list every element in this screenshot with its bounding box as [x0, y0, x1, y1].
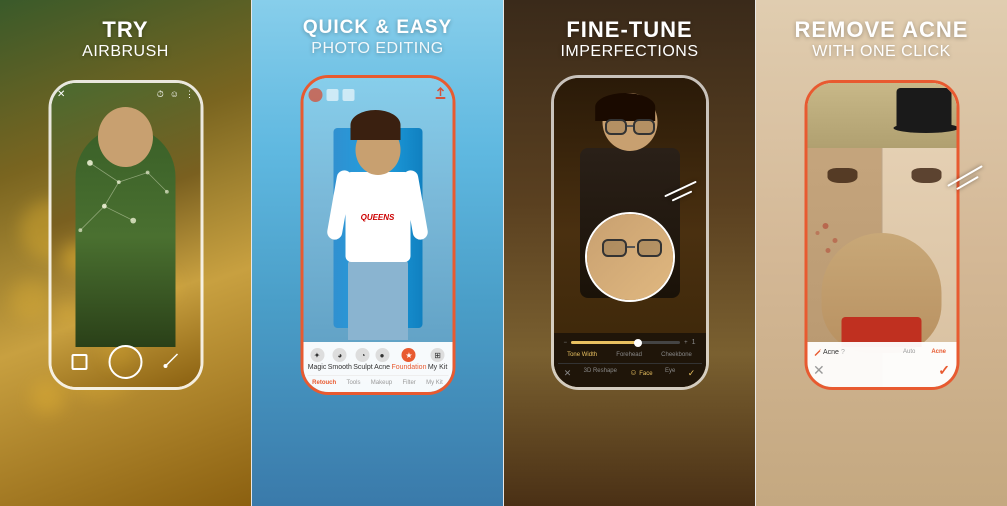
tab-magic[interactable]: ✦ Magic: [308, 348, 327, 371]
timer-icon[interactable]: ⏱: [157, 89, 164, 100]
panel-4-heading: REMOVE ACNE WITH ONE CLICK: [756, 0, 1007, 73]
phone-bg-3: − + 1 Tone Width Forehead Cheekbone: [554, 78, 706, 387]
zoom-circle: [585, 212, 675, 302]
tab-acne[interactable]: ● Acne: [374, 348, 390, 371]
panel-2-heading: QUICK & EASY PHOTO EDITING: [252, 0, 503, 70]
phone-inner-1: ✕ ⏱ ☺ ⋮: [51, 83, 200, 387]
effects-icon[interactable]: [164, 352, 180, 373]
panel-1-heading: TRY AIRBRUSH: [0, 0, 251, 73]
btn-cheekbone[interactable]: Cheekbone: [661, 352, 692, 358]
phone-3-nav: ✕ 3D Reshape ☺ Face Eye ✓: [558, 363, 702, 379]
x-button[interactable]: ✕: [564, 368, 572, 379]
phone-inner-4: Acne ? Auto Acne ✕ ✓: [807, 83, 956, 387]
panel-2-line1: QUICK & EASY: [268, 18, 487, 39]
nav-makeup[interactable]: Makeup: [371, 380, 392, 386]
panel-4-line1: REMOVE ACNE: [772, 18, 991, 42]
phone-2-bottom-toolbar: ✦ Magic ◕ Smooth ◔ Sculpt ●: [303, 342, 452, 392]
nav-filter[interactable]: Filter: [402, 380, 415, 386]
sculpt-icon: ◔: [356, 348, 370, 362]
phone-3-bottom-toolbar: − + 1 Tone Width Forehead Cheekbone: [554, 333, 706, 387]
share-icon[interactable]: [342, 89, 354, 101]
slider-value: 1: [692, 339, 696, 346]
phone-bg-2: QUEENS: [303, 78, 452, 392]
phone-2-top-bar: [308, 83, 447, 107]
smooth-icon: ◕: [333, 348, 347, 362]
capture-button[interactable]: [109, 345, 143, 379]
p4-confirm-row: ✕ ✓: [813, 362, 950, 379]
magic-icon: ✦: [310, 348, 324, 362]
panel-2-line2: PHOTO EDITING: [268, 39, 487, 60]
phone-inner-2: QUEENS: [303, 78, 452, 392]
face-width-slider[interactable]: [571, 341, 680, 344]
nav-eye[interactable]: Eye: [665, 368, 675, 379]
tab-smooth[interactable]: ◕ Smooth: [328, 348, 352, 371]
close-icon[interactable]: ✕: [57, 89, 65, 100]
phone-inner-3: − + 1 Tone Width Forehead Cheekbone: [554, 78, 706, 387]
panel-remove-acne: REMOVE ACNE WITH ONE CLICK: [755, 0, 1007, 506]
option-acne[interactable]: Acne: [927, 347, 950, 357]
acne-label: Acne ?: [813, 348, 845, 356]
kit-icon: ⊞: [431, 348, 445, 362]
panel-4-line2: WITH ONE CLICK: [772, 42, 991, 63]
phone-2-top-icons: [308, 88, 354, 102]
acne-icon: ●: [375, 348, 389, 362]
slider-min: −: [564, 340, 568, 346]
slider-row: − + 1: [558, 339, 702, 346]
confirm-button[interactable]: ✓: [688, 368, 696, 379]
panel-fine-tune: FINE-TUNE IMPERFECTIONS: [503, 0, 755, 506]
face-icon[interactable]: ☺: [170, 89, 179, 100]
nav-my-kit[interactable]: My Kit: [426, 380, 443, 386]
camera-switch-icon[interactable]: [308, 88, 322, 102]
upload-icon[interactable]: [433, 86, 447, 105]
panel-3-heading: FINE-TUNE IMPERFECTIONS: [504, 0, 755, 73]
panel-3-line2: IMPERFECTIONS: [520, 42, 739, 63]
phone-bg-4: Acne ? Auto Acne ✕ ✓: [807, 83, 956, 387]
tab-list: ✦ Magic ◕ Smooth ◔ Sculpt ●: [307, 348, 448, 371]
tab-sculpt[interactable]: ◔ Sculpt: [353, 348, 372, 371]
cancel-button[interactable]: ✕: [813, 362, 825, 379]
btn-forehead[interactable]: Forehead: [616, 352, 642, 358]
gallery-button[interactable]: [72, 354, 88, 370]
nav-face[interactable]: ☺ Face: [629, 368, 652, 379]
foundation-icon: ★: [402, 348, 416, 362]
nav-tools[interactable]: Tools: [346, 380, 360, 386]
edit-icon: [813, 348, 821, 356]
phone-frame-4: Acne ? Auto Acne ✕ ✓: [804, 80, 959, 390]
phone-frame-3: − + 1 Tone Width Forehead Cheekbone: [551, 75, 709, 390]
btn-tone-width[interactable]: Tone Width: [567, 352, 597, 358]
phone-bg-1: ✕ ⏱ ☺ ⋮: [51, 83, 200, 387]
acne-options: Auto Acne: [899, 347, 950, 357]
bottom-nav: Retouch Tools Makeup Filter My Kit: [307, 375, 448, 386]
tab-foundation[interactable]: ★ Foundation: [391, 348, 426, 371]
more-icon[interactable]: ⋮: [185, 89, 194, 100]
question-icon: ?: [841, 349, 845, 356]
confirm-button[interactable]: ✓: [938, 362, 950, 379]
panel-1-line2: AIRBRUSH: [16, 42, 235, 63]
option-auto[interactable]: Auto: [899, 347, 919, 357]
nav-3d-reshape[interactable]: 3D Reshape: [584, 368, 617, 379]
nav-retouch[interactable]: Retouch: [312, 380, 336, 386]
panel-photo-editing: QUICK & EASY PHOTO EDITING QUEENS: [251, 0, 503, 506]
slider-max: +: [684, 340, 688, 346]
phone-frame-1: ✕ ⏱ ☺ ⋮: [48, 80, 203, 390]
instagram-icon[interactable]: [326, 89, 338, 101]
adjustment-buttons: Tone Width Forehead Cheekbone: [558, 352, 702, 358]
panel-3-line1: FINE-TUNE: [520, 18, 739, 42]
panel-1-line1: TRY: [16, 18, 235, 42]
p4-options-row: Acne ? Auto Acne: [813, 347, 950, 357]
tab-my-kit[interactable]: ⊞ My Kit: [428, 348, 447, 371]
panel-airbrush: TRY AIRBRUSH: [0, 0, 251, 506]
phone-4-bottom-toolbar: Acne ? Auto Acne ✕ ✓: [807, 342, 956, 387]
phone-frame-2: QUEENS: [300, 75, 455, 395]
